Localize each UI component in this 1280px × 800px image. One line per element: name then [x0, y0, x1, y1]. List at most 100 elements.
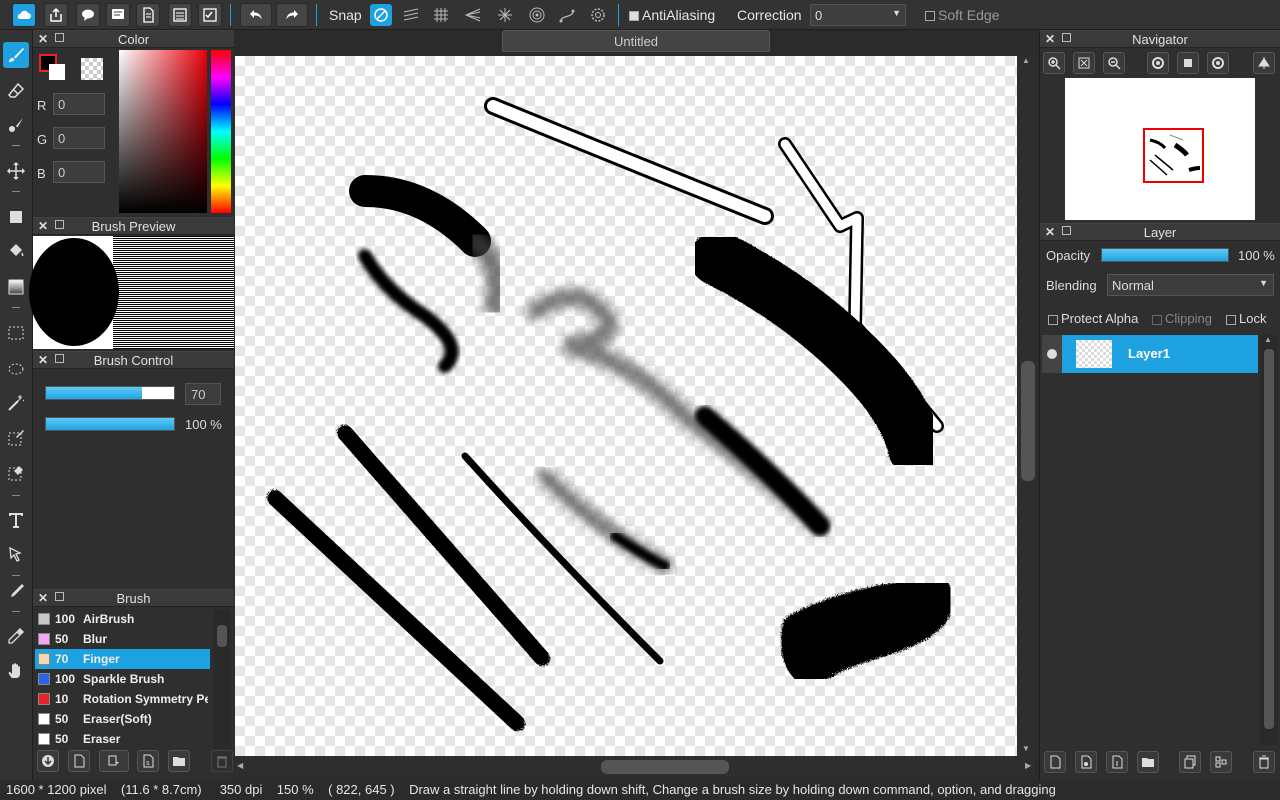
new-layer-icon[interactable]: [1044, 751, 1066, 773]
close-icon[interactable]: ✕: [1045, 31, 1055, 48]
radial-snap-icon[interactable]: [494, 4, 516, 26]
r-input[interactable]: 0: [53, 93, 105, 115]
scrollbar-thumb[interactable]: [217, 625, 227, 647]
zoom-in-icon[interactable]: [1043, 52, 1065, 74]
protect-alpha-checkbox[interactable]: Protect Alpha: [1048, 311, 1138, 326]
navigator-preview[interactable]: [1065, 78, 1255, 220]
popout-icon[interactable]: [55, 354, 64, 363]
popout-icon[interactable]: [1062, 226, 1071, 235]
brush-tool-icon[interactable]: [3, 42, 29, 68]
brush-size-slider[interactable]: [45, 386, 175, 400]
snap-off-icon[interactable]: [370, 4, 392, 26]
delete-brush-icon[interactable]: [211, 750, 233, 772]
gradient-tool-icon[interactable]: [3, 274, 29, 300]
snap-settings-icon[interactable]: [587, 4, 609, 26]
transparent-color-swatch[interactable]: [81, 58, 103, 80]
brush-list-item[interactable]: 100 Sparkle Brush: [35, 669, 210, 689]
saturation-value-picker[interactable]: [119, 50, 207, 213]
list-icon[interactable]: [168, 3, 192, 27]
eraser-tool-icon[interactable]: [3, 78, 29, 104]
brush-list-item[interactable]: 10 Rotation Symmetry Pe: [35, 689, 210, 709]
brush-list-item[interactable]: 50 Eraser: [35, 729, 210, 749]
antialiasing-checkbox[interactable]: AntiAliasing: [629, 7, 715, 23]
layer-list-scrollbar[interactable]: ▲: [1260, 335, 1278, 745]
operation-tool-icon[interactable]: [3, 542, 29, 568]
duplicate-layer-icon[interactable]: [1179, 751, 1201, 773]
close-icon[interactable]: ✕: [38, 352, 48, 369]
checklist-icon[interactable]: [198, 3, 222, 27]
lasso-select-icon[interactable]: [3, 356, 29, 382]
navigator-viewport-box[interactable]: [1143, 128, 1204, 183]
brush-menu-icon[interactable]: [99, 750, 129, 772]
delete-layer-icon[interactable]: [1253, 751, 1275, 773]
close-icon[interactable]: ✕: [38, 31, 48, 48]
popout-icon[interactable]: [55, 220, 64, 229]
brush-list-scrollbar[interactable]: [213, 609, 231, 749]
brush-opacity-slider[interactable]: [45, 417, 175, 431]
brush-list-item[interactable]: 50 Blur: [35, 629, 210, 649]
scroll-down-icon[interactable]: ▼: [1022, 744, 1030, 753]
undo-icon[interactable]: [240, 3, 272, 27]
canvas-horizontal-scrollbar[interactable]: ◀ ▶: [235, 757, 1035, 777]
new-folder-icon[interactable]: [1137, 751, 1159, 773]
scroll-left-icon[interactable]: ◀: [237, 761, 243, 770]
pen-tool-icon[interactable]: [3, 578, 29, 604]
eyedropper-icon[interactable]: [3, 623, 29, 649]
popout-icon[interactable]: [55, 592, 64, 601]
brush-settings-icon[interactable]: s: [137, 750, 159, 772]
scroll-up-icon[interactable]: ▲: [1264, 335, 1272, 344]
download-brush-icon[interactable]: [37, 750, 59, 772]
blur-tool-icon[interactable]: [3, 112, 29, 138]
scroll-up-icon[interactable]: ▲: [1022, 56, 1030, 65]
bucket-tool-icon[interactable]: [3, 238, 29, 264]
layer-row[interactable]: Layer1: [1042, 335, 1258, 373]
b-input[interactable]: 0: [53, 161, 105, 183]
popout-icon[interactable]: [55, 33, 64, 42]
soft-edge-checkbox[interactable]: Soft Edge: [925, 7, 1000, 23]
perspective-snap-icon[interactable]: [462, 4, 484, 26]
lock-checkbox[interactable]: Lock: [1226, 311, 1266, 326]
grid-snap-icon[interactable]: [430, 4, 452, 26]
cloud-icon[interactable]: [12, 3, 36, 27]
brush-list-item[interactable]: 50 Eraser(Soft): [35, 709, 210, 729]
brush-list-item[interactable]: 100 AirBrush: [35, 609, 210, 629]
document-tab[interactable]: Untitled: [502, 30, 770, 52]
concentric-snap-icon[interactable]: [526, 4, 548, 26]
redo-icon[interactable]: [276, 3, 308, 27]
close-icon[interactable]: ✕: [1045, 224, 1055, 241]
hue-slider[interactable]: [211, 50, 231, 213]
new-layer-1bit-icon[interactable]: [1106, 751, 1128, 773]
scrollbar-thumb[interactable]: [1021, 361, 1035, 481]
blending-select[interactable]: Normal ▼: [1107, 274, 1274, 296]
layer-visibility-toggle[interactable]: [1042, 335, 1062, 373]
layer-opacity-slider[interactable]: [1101, 248, 1229, 262]
select-pen-icon[interactable]: [3, 425, 29, 451]
close-icon[interactable]: ✕: [38, 218, 48, 235]
canvas-vertical-scrollbar[interactable]: ▲ ▼: [1018, 56, 1038, 756]
drawing-canvas[interactable]: [235, 56, 1017, 756]
share-icon[interactable]: [44, 3, 68, 27]
merge-layer-icon[interactable]: [1210, 751, 1232, 773]
new-layer-8bit-icon[interactable]: [1075, 751, 1097, 773]
select-eraser-icon[interactable]: [3, 460, 29, 486]
new-brush-icon[interactable]: [68, 750, 90, 772]
rect-select-icon[interactable]: [3, 320, 29, 346]
move-tool-icon[interactable]: [3, 158, 29, 184]
fit-screen-icon[interactable]: [1073, 52, 1095, 74]
background-color-swatch[interactable]: [49, 64, 65, 80]
scrollbar-thumb[interactable]: [601, 760, 729, 774]
brush-list-item[interactable]: 70 Finger: [35, 649, 210, 669]
parallel-snap-icon[interactable]: [400, 4, 422, 26]
brush-size-input[interactable]: 70: [185, 383, 221, 405]
flip-horizontal-icon[interactable]: [1253, 52, 1275, 74]
document-icon[interactable]: [136, 3, 160, 27]
rotate-left-icon[interactable]: [1147, 52, 1169, 74]
text-tool-icon[interactable]: [3, 507, 29, 533]
clipping-checkbox[interactable]: Clipping: [1152, 311, 1212, 326]
fill-rect-tool-icon[interactable]: [3, 204, 29, 230]
hand-tool-icon[interactable]: [3, 658, 29, 684]
comment-icon[interactable]: [76, 3, 100, 27]
correction-select[interactable]: 0 ▼: [810, 4, 906, 26]
reset-rotation-icon[interactable]: [1177, 52, 1199, 74]
zoom-out-icon[interactable]: [1103, 52, 1125, 74]
